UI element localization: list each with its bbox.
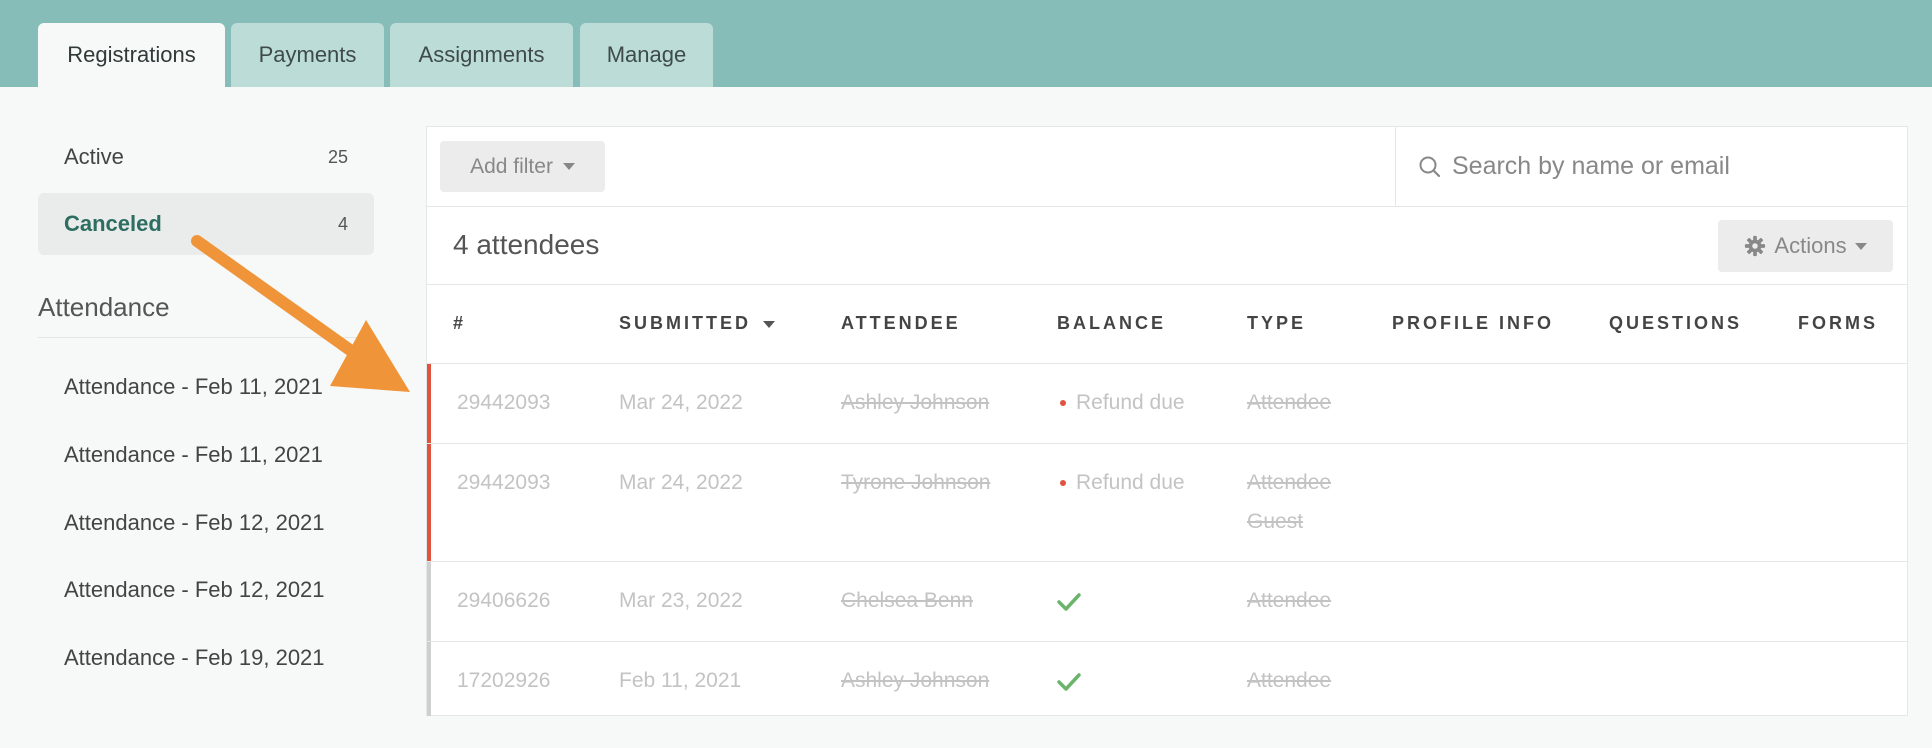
status-bar	[427, 642, 431, 716]
row-submitted: Feb 11, 2021	[619, 669, 742, 692]
column-header-attendee[interactable]: ATTENDEE	[841, 313, 961, 334]
actions-button[interactable]: Actions	[1718, 220, 1893, 272]
add-filter-label: Add filter	[470, 154, 553, 178]
actions-label: Actions	[1774, 233, 1847, 258]
column-header-profile-info[interactable]: PROFILE INFO	[1392, 313, 1554, 334]
sidebar-item-label: Canceled	[64, 211, 162, 236]
refund-dot-icon	[1060, 400, 1066, 407]
filter-bar: Add filter	[427, 127, 1907, 207]
sidebar-item-attendance[interactable]: Attendance - Feb 11, 2021	[64, 442, 323, 468]
sidebar-item-active[interactable]: Active 25	[38, 126, 374, 188]
tab-payments[interactable]: Payments	[231, 23, 384, 87]
sidebar-item-label: Active	[64, 144, 124, 169]
attendee-count: 4 attendees	[453, 229, 600, 260]
row-submitted: Mar 24, 2022	[619, 391, 743, 414]
sidebar-item-attendance[interactable]: Attendance - Feb 19, 2021	[64, 645, 325, 671]
sidebar-item-attendance[interactable]: Attendance - Feb 11, 2021	[64, 374, 323, 400]
search-input[interactable]	[1452, 152, 1892, 181]
add-filter-button[interactable]: Add filter	[440, 141, 605, 192]
row-balance: Refund due	[1060, 471, 1185, 495]
refund-dot-icon	[1060, 480, 1066, 487]
column-header-type[interactable]: TYPE	[1247, 313, 1306, 334]
column-header-balance[interactable]: BALANCE	[1057, 313, 1166, 334]
column-header-questions[interactable]: QUESTIONS	[1609, 313, 1742, 334]
row-attendee[interactable]: Ashley Johnson	[841, 391, 989, 415]
check-icon	[1057, 673, 1081, 691]
status-bar	[427, 562, 431, 641]
row-type: Attendee	[1247, 589, 1332, 612]
row-submitted: Mar 24, 2022	[619, 471, 743, 494]
chevron-down-icon	[1854, 242, 1867, 250]
sidebar-item-count: 25	[327, 146, 348, 167]
row-attendee[interactable]: Chelsea Benn	[841, 589, 973, 613]
results-summary-bar: 4 attendees Actions	[427, 207, 1907, 285]
sort-desc-icon	[763, 320, 775, 328]
row-number: 17202926	[457, 669, 551, 692]
table-header: # SUBMITTED ATTENDEE BALANCE TYPE PROFIL…	[427, 285, 1907, 364]
table-row[interactable]: 29442093 Mar 24, 2022 Ashley Johnson Ref…	[427, 364, 1907, 444]
row-number: 29442093	[457, 471, 551, 494]
check-icon	[1057, 593, 1081, 611]
column-header-submitted[interactable]: SUBMITTED	[619, 313, 775, 334]
tab-manage[interactable]: Manage	[580, 23, 713, 87]
status-bar	[427, 364, 431, 443]
balance-label: Refund due	[1076, 391, 1185, 414]
search-box	[1395, 127, 1907, 206]
tab-assignments[interactable]: Assignments	[390, 23, 573, 87]
sidebar-item-attendance[interactable]: Attendance - Feb 12, 2021	[64, 510, 325, 536]
row-attendee[interactable]: Tyrone Johnson	[841, 471, 990, 495]
row-balance: Refund due	[1060, 391, 1185, 415]
balance-label: Refund due	[1076, 471, 1185, 494]
tab-registrations[interactable]: Registrations	[38, 23, 225, 87]
column-header-forms[interactable]: FORMS	[1798, 313, 1878, 334]
column-header-number[interactable]: #	[453, 313, 466, 334]
row-type: Attendee	[1247, 669, 1332, 692]
row-attendee[interactable]: Ashley Johnson	[841, 669, 989, 693]
status-bar	[427, 444, 431, 561]
attendance-heading: Attendance	[38, 292, 374, 338]
row-type-secondary: Guest	[1247, 510, 1304, 533]
row-number: 29442093	[457, 391, 551, 414]
row-type: Attendee	[1247, 391, 1332, 414]
sidebar-item-attendance[interactable]: Attendance - Feb 12, 2021	[64, 577, 325, 603]
column-header-label: SUBMITTED	[619, 313, 751, 333]
table-row[interactable]: 29406626 Mar 23, 2022 Chelsea Benn Atten…	[427, 562, 1907, 642]
sidebar-item-canceled[interactable]: Canceled 4	[38, 193, 374, 255]
row-submitted: Mar 23, 2022	[619, 589, 743, 612]
table-row[interactable]: 29442093 Mar 24, 2022 Tyrone Johnson Ref…	[427, 444, 1907, 562]
registrations-panel: Add filter 4 attendees	[426, 126, 1908, 716]
sidebar-item-count: 4	[337, 213, 348, 234]
table-row[interactable]: 17202926 Feb 11, 2021 Ashley Johnson Att…	[427, 642, 1907, 716]
search-icon	[1419, 156, 1441, 177]
gear-icon	[1745, 235, 1766, 257]
chevron-down-icon	[562, 163, 575, 170]
row-type: Attendee	[1247, 471, 1332, 494]
top-tab-bar: Registrations Payments Assignments Manag…	[0, 0, 1932, 87]
row-number: 29406626	[457, 589, 551, 612]
